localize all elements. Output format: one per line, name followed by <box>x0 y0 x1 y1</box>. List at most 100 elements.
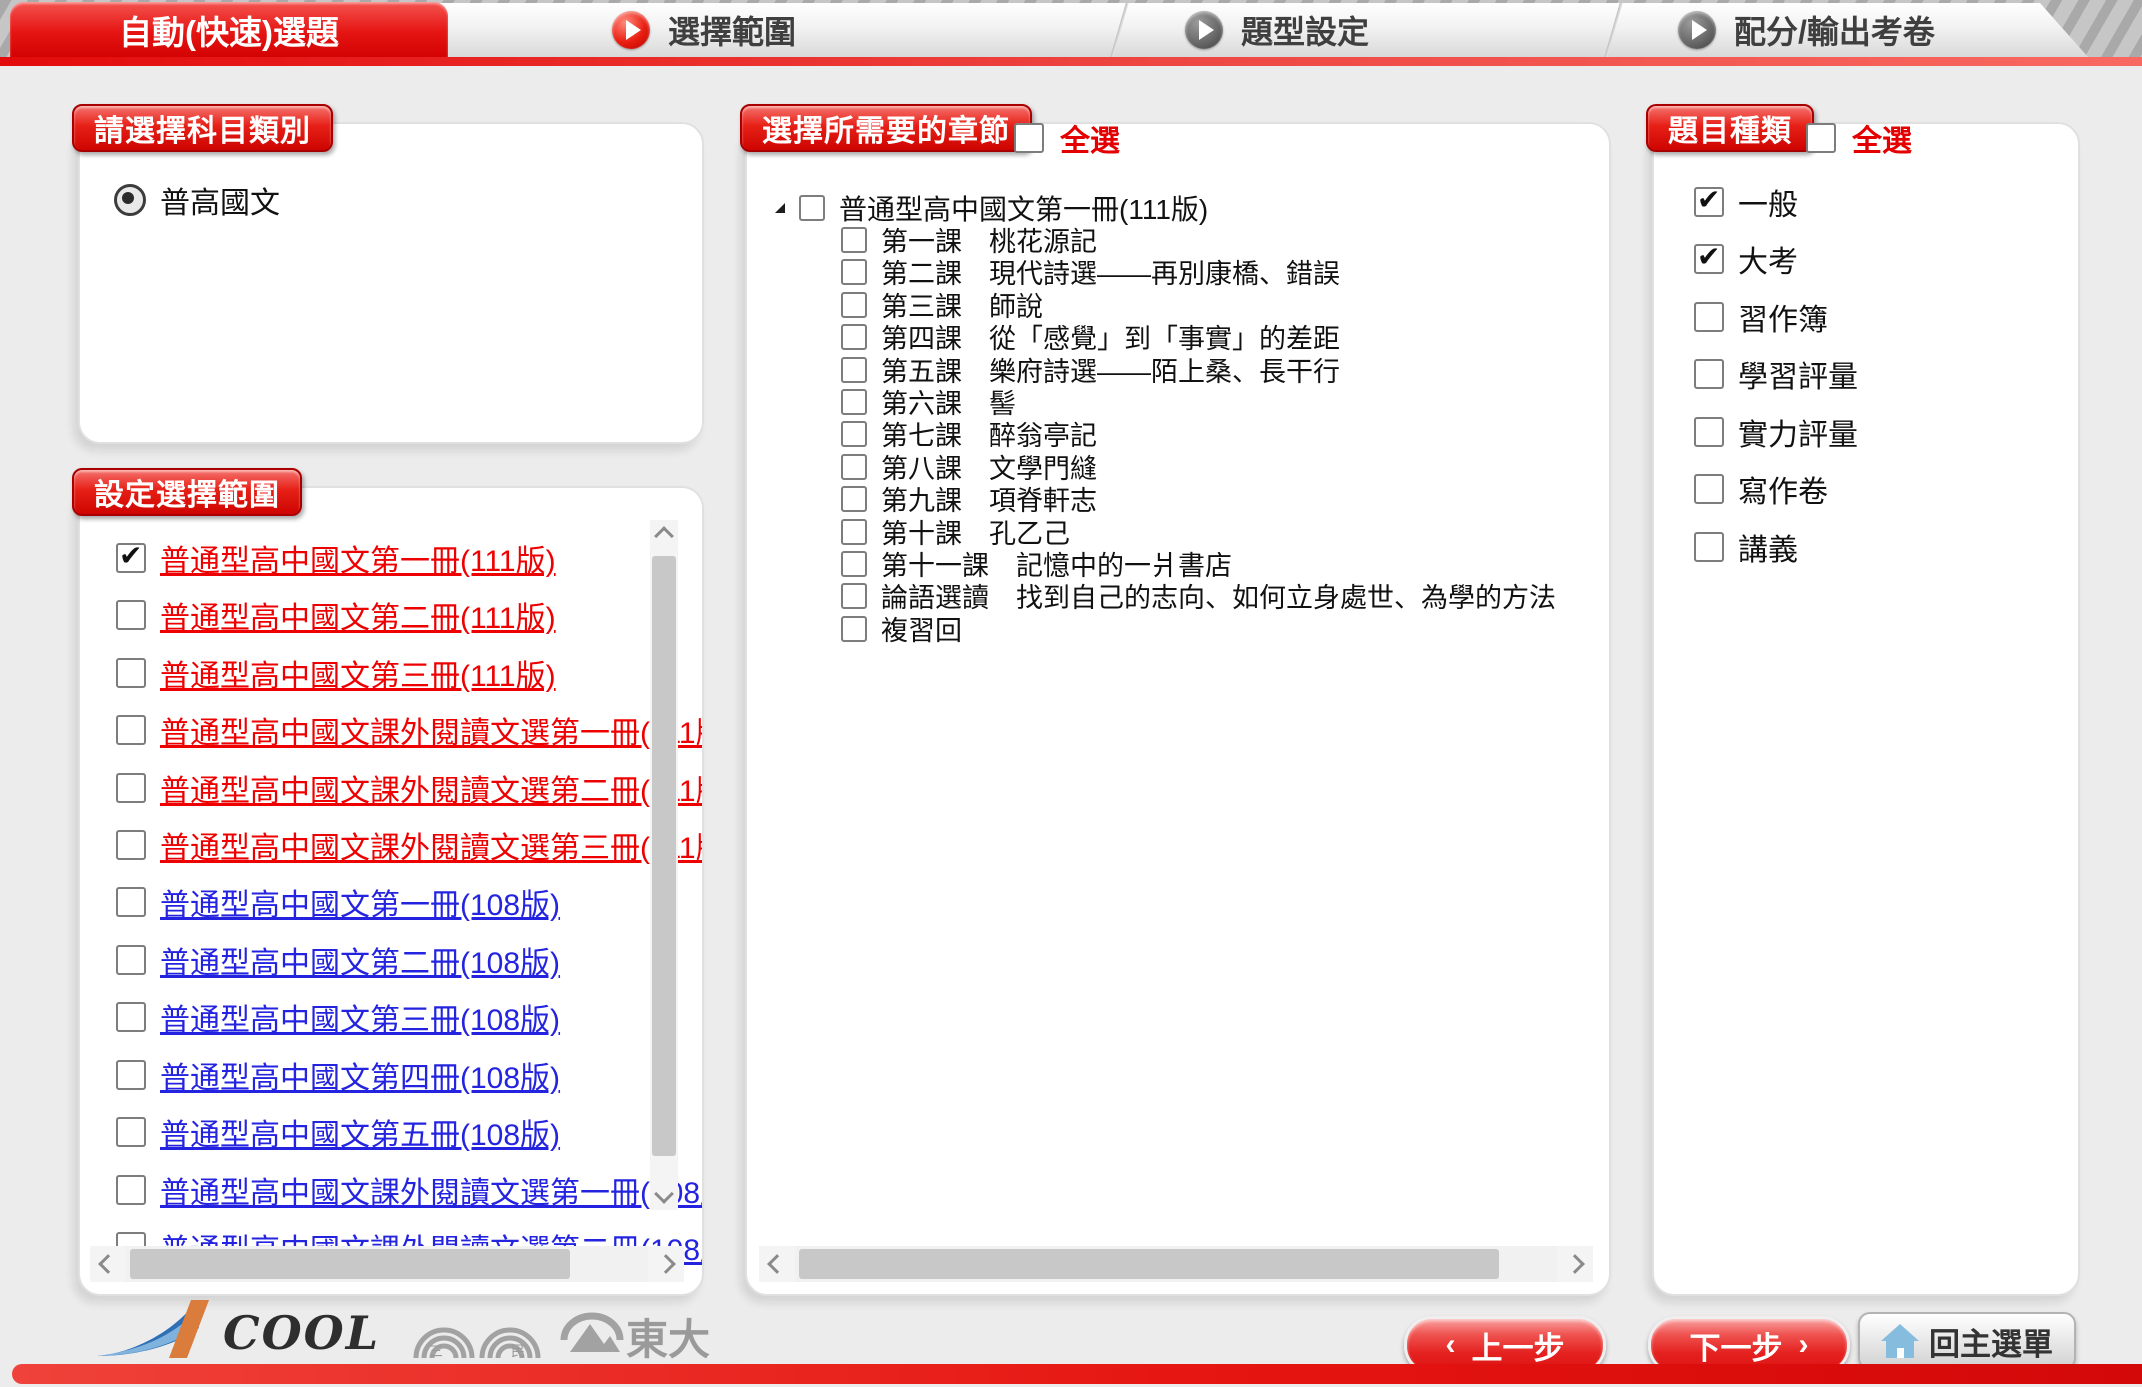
tab-auto-quick-select[interactable]: 自動(快速)選題 <box>10 2 448 57</box>
type-item[interactable]: 習作簿 <box>1694 295 1828 339</box>
book-item[interactable]: 普通型高中國文課外閱讀文選第二冊(111版) <box>116 766 704 810</box>
type-label[interactable]: 習作簿 <box>1738 295 1828 339</box>
book-label[interactable]: 普通型高中國文第三冊(111版) <box>160 651 556 695</box>
book-label[interactable]: 普通型高中國文第一冊(111版) <box>160 536 556 580</box>
checkbox[interactable] <box>116 830 146 860</box>
scrollbar-thumb[interactable] <box>130 1249 570 1279</box>
checkbox[interactable] <box>116 887 146 917</box>
book-label[interactable]: 普通型高中國文課外閱讀文選第一冊(111版) <box>160 708 704 752</box>
checkbox[interactable] <box>1694 417 1724 447</box>
scrollbar-thumb[interactable] <box>799 1249 1499 1279</box>
home-button[interactable]: 回主選單 <box>1858 1312 2076 1370</box>
checkbox[interactable] <box>116 1117 146 1147</box>
type-label[interactable]: 講義 <box>1738 525 1798 569</box>
book-item[interactable]: 普通型高中國文課外閱讀文選第一冊(108版) <box>116 1168 704 1212</box>
tree-expander-icon[interactable] <box>775 203 785 213</box>
type-item[interactable]: 實力評量 <box>1694 410 1858 454</box>
radio-selected-icon[interactable] <box>114 184 146 216</box>
book-item[interactable]: 普通型高中國文課外閱讀文選第一冊(111版) <box>116 708 704 752</box>
checkbox[interactable] <box>1694 532 1724 562</box>
chapters-select-all[interactable]: 全選 <box>1014 116 1120 160</box>
types-select-all[interactable]: 全選 <box>1806 116 1912 160</box>
chevron-left-icon: ‹ <box>1446 1328 1456 1362</box>
checkbox[interactable] <box>841 357 867 383</box>
checkbox[interactable] <box>116 1002 146 1032</box>
checkbox[interactable] <box>841 583 867 609</box>
checkbox[interactable] <box>1694 244 1724 274</box>
tab-select-range[interactable]: 選擇範圍 <box>612 3 796 57</box>
scroll-left-button[interactable] <box>759 1246 795 1282</box>
book-item[interactable]: 普通型高中國文課外閱讀文選第三冊(111版) <box>116 823 704 867</box>
checkbox[interactable] <box>1694 302 1724 332</box>
book-label[interactable]: 普通型高中國文課外閱讀文選第三冊(111版) <box>160 823 704 867</box>
scrollbar-thumb[interactable] <box>652 556 676 1156</box>
checkbox[interactable] <box>841 227 867 253</box>
checkbox[interactable] <box>1694 474 1724 504</box>
chapter-item[interactable]: 複習回 <box>841 609 962 648</box>
checkbox[interactable] <box>841 389 867 415</box>
checkbox[interactable] <box>841 519 867 545</box>
subject-radio-option[interactable]: 普高國文 <box>114 178 280 222</box>
chapters-panel-title-badge: 選擇所需要的章節 <box>740 104 1032 152</box>
checkbox[interactable] <box>841 421 867 447</box>
book-item[interactable]: 普通型高中國文第三冊(111版) <box>116 651 556 695</box>
scroll-down-button[interactable] <box>650 1178 678 1210</box>
book-item[interactable]: 普通型高中國文第一冊(108版) <box>116 880 560 924</box>
type-item[interactable]: 大考 <box>1694 237 1798 281</box>
book-item[interactable]: 普通型高中國文第五冊(108版) <box>116 1110 560 1154</box>
checkbox[interactable] <box>116 715 146 745</box>
checkbox[interactable] <box>116 543 146 573</box>
tab-score-output[interactable]: 配分/輸出考卷 <box>1678 3 1935 57</box>
scroll-right-button[interactable] <box>1557 1246 1593 1282</box>
checkbox[interactable] <box>1694 187 1724 217</box>
type-item[interactable]: 學習評量 <box>1694 352 1858 396</box>
checkbox[interactable] <box>116 1175 146 1205</box>
vertical-scrollbar[interactable] <box>650 520 678 1210</box>
book-label[interactable]: 普通型高中國文課外閱讀文選第一冊(108版) <box>160 1168 704 1212</box>
book-item[interactable]: 普通型高中國文第三冊(108版) <box>116 995 560 1039</box>
tab-question-type-settings[interactable]: 題型設定 <box>1185 3 1369 57</box>
book-label[interactable]: 普通型高中國文第四冊(108版) <box>160 1053 560 1097</box>
book-item[interactable]: 普通型高中國文第二冊(111版) <box>116 593 556 637</box>
select-all-checkbox[interactable] <box>1014 123 1044 153</box>
chapter-label[interactable]: 複習回 <box>881 609 962 648</box>
checkbox[interactable] <box>841 616 867 642</box>
checkbox[interactable] <box>841 486 867 512</box>
checkbox[interactable] <box>841 292 867 318</box>
checkbox[interactable] <box>799 195 825 221</box>
checkbox[interactable] <box>841 551 867 577</box>
chapter-label[interactable]: 論語選讀 找到自己的志向、如何立身處世、為學的方法 <box>881 576 1556 615</box>
book-label[interactable]: 普通型高中國文課外閱讀文選第二冊(111版) <box>160 766 704 810</box>
type-label[interactable]: 大考 <box>1738 237 1798 281</box>
book-item[interactable]: 普通型高中國文第一冊(111版) <box>116 536 556 580</box>
type-label[interactable]: 寫作卷 <box>1738 467 1828 511</box>
checkbox[interactable] <box>841 259 867 285</box>
checkbox[interactable] <box>116 945 146 975</box>
checkbox[interactable] <box>116 1060 146 1090</box>
horizontal-scrollbar[interactable] <box>759 1246 1593 1282</box>
horizontal-scrollbar[interactable] <box>90 1246 684 1282</box>
checkbox[interactable] <box>116 773 146 803</box>
book-label[interactable]: 普通型高中國文第三冊(108版) <box>160 995 560 1039</box>
checkbox[interactable] <box>1694 359 1724 389</box>
type-label[interactable]: 一般 <box>1738 180 1798 224</box>
checkbox[interactable] <box>841 454 867 480</box>
checkbox[interactable] <box>116 658 146 688</box>
book-item[interactable]: 普通型高中國文第四冊(108版) <box>116 1053 560 1097</box>
scroll-right-button[interactable] <box>648 1246 684 1282</box>
select-all-checkbox[interactable] <box>1806 123 1836 153</box>
type-label[interactable]: 學習評量 <box>1738 352 1858 396</box>
type-item[interactable]: 講義 <box>1694 525 1798 569</box>
scroll-up-button[interactable] <box>650 520 678 552</box>
book-label[interactable]: 普通型高中國文第二冊(108版) <box>160 938 560 982</box>
book-label[interactable]: 普通型高中國文第一冊(108版) <box>160 880 560 924</box>
checkbox[interactable] <box>116 600 146 630</box>
book-label[interactable]: 普通型高中國文第五冊(108版) <box>160 1110 560 1154</box>
book-item[interactable]: 普通型高中國文第二冊(108版) <box>116 938 560 982</box>
scroll-left-button[interactable] <box>90 1246 126 1282</box>
book-label[interactable]: 普通型高中國文第二冊(111版) <box>160 593 556 637</box>
checkbox[interactable] <box>841 324 867 350</box>
type-item[interactable]: 一般 <box>1694 180 1798 224</box>
type-item[interactable]: 寫作卷 <box>1694 467 1828 511</box>
type-label[interactable]: 實力評量 <box>1738 410 1858 454</box>
